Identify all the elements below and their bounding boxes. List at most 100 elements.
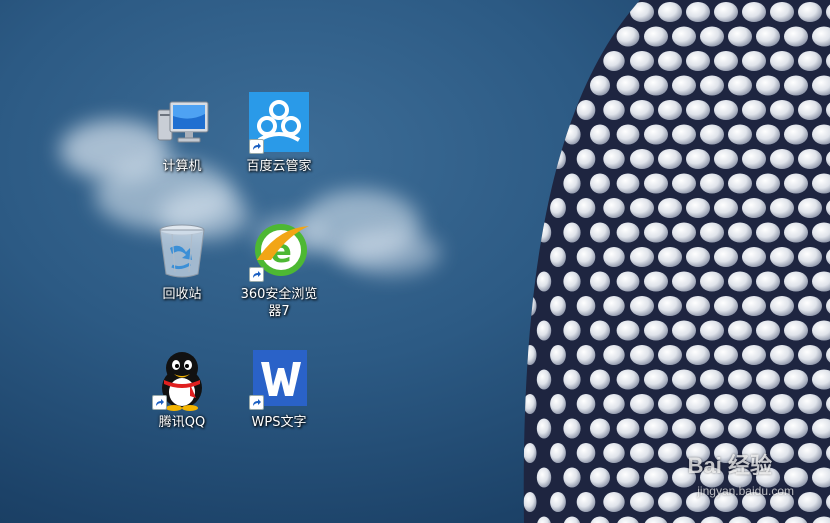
dome-disc (658, 247, 682, 267)
dome-disc (784, 222, 808, 243)
desktop-icon-qq[interactable]: 腾讯QQ (142, 348, 222, 431)
dome-disc (672, 124, 696, 145)
desktop-icon-360-browser[interactable]: e 360安全浏览器7 (239, 220, 319, 320)
dome-disc (672, 26, 696, 47)
dome-disc (536, 320, 552, 341)
dome-disc (536, 75, 552, 96)
dome-disc (523, 2, 537, 22)
dome-disc (770, 443, 794, 463)
dome-disc (756, 26, 780, 47)
dome-disc (714, 247, 738, 267)
dome-disc (700, 271, 724, 292)
desktop-icon-computer[interactable]: 计算机 (142, 92, 222, 175)
dome-disc (576, 100, 596, 120)
dome-disc (798, 247, 822, 267)
dome-disc (798, 100, 822, 120)
dome-disc (742, 149, 766, 169)
shortcut-arrow-icon (152, 395, 167, 410)
dome-disc (672, 418, 696, 439)
dome-disc (784, 26, 808, 47)
desktop-icon-baidu-cloud[interactable]: 百度云管家 (239, 92, 319, 175)
dome-disc (616, 467, 640, 488)
dome-disc (550, 51, 566, 71)
dome-disc (770, 2, 794, 22)
dome-disc (603, 296, 625, 316)
dome-disc (714, 345, 738, 365)
dome-disc (550, 100, 566, 120)
dome-disc (644, 75, 668, 96)
wps-writer-icon (247, 348, 311, 412)
qq-penguin-icon (150, 348, 214, 412)
dome-disc (700, 75, 724, 96)
dome-disc (700, 369, 724, 390)
dome-disc (728, 369, 752, 390)
dome-disc (798, 2, 822, 22)
dome-disc (770, 149, 794, 169)
dome-disc (644, 418, 668, 439)
dome-disc (590, 369, 610, 390)
dome-disc (784, 418, 808, 439)
dome-disc (700, 173, 724, 194)
dome-disc (523, 443, 537, 463)
dome-disc (686, 198, 710, 218)
dome-disc (576, 345, 596, 365)
dome-disc (630, 100, 654, 120)
desktop-background: 计算机 百度云管家 回收站 e 360安全浏览器7 腾讯QQ WPS文字 Bai… (0, 0, 830, 523)
icon-label: 360安全浏览器7 (240, 287, 318, 319)
dome-disc (700, 26, 724, 47)
dome-disc (616, 124, 640, 145)
icon-label: 腾讯QQ (158, 415, 206, 430)
dome-disc (616, 222, 640, 243)
dome-disc (563, 320, 581, 341)
dome-disc (550, 296, 566, 316)
dome-disc (798, 198, 822, 218)
icon-label: 计算机 (162, 159, 202, 174)
dome-disc (630, 394, 654, 414)
dome-disc (630, 345, 654, 365)
dome-disc (770, 345, 794, 365)
dome-disc (603, 51, 625, 71)
dome-disc (756, 222, 780, 243)
dome-disc (742, 394, 766, 414)
dome-disc (714, 2, 738, 22)
dome-disc (523, 247, 537, 267)
dome-disc (686, 345, 710, 365)
dome-disc (563, 369, 581, 390)
dome-disc (576, 198, 596, 218)
dome-disc (756, 75, 780, 96)
dome-disc (770, 247, 794, 267)
desktop-icon-recycle-bin[interactable]: 回收站 (142, 220, 222, 303)
dome-disc (550, 198, 566, 218)
dome-disc (616, 26, 640, 47)
dome-disc (536, 418, 552, 439)
dome-disc (590, 75, 610, 96)
dome-disc (672, 173, 696, 194)
dome-disc (550, 247, 566, 267)
dome-disc (576, 247, 596, 267)
dome-disc (756, 271, 780, 292)
dome-disc (603, 100, 625, 120)
dome-disc (616, 75, 640, 96)
dome-disc (770, 198, 794, 218)
dome-disc (686, 394, 710, 414)
dome-disc (784, 271, 808, 292)
dome-disc (658, 345, 682, 365)
dome-disc (756, 320, 780, 341)
dome-disc (728, 124, 752, 145)
dome-disc (700, 418, 724, 439)
dome-disc (590, 26, 610, 47)
dome-disc (756, 173, 780, 194)
icon-label: 回收站 (162, 287, 202, 302)
dome-disc (630, 149, 654, 169)
dome-disc (728, 75, 752, 96)
dome-disc (576, 394, 596, 414)
desktop-icon-wps-writer[interactable]: WPS文字 (239, 348, 319, 431)
dome-disc (603, 2, 625, 22)
dome-disc (603, 149, 625, 169)
dome-disc (798, 394, 822, 414)
dome-disc (536, 467, 552, 488)
360-browser-icon: e (247, 220, 311, 284)
dome-disc (672, 75, 696, 96)
dome-disc (798, 492, 822, 512)
dome-disc (603, 394, 625, 414)
